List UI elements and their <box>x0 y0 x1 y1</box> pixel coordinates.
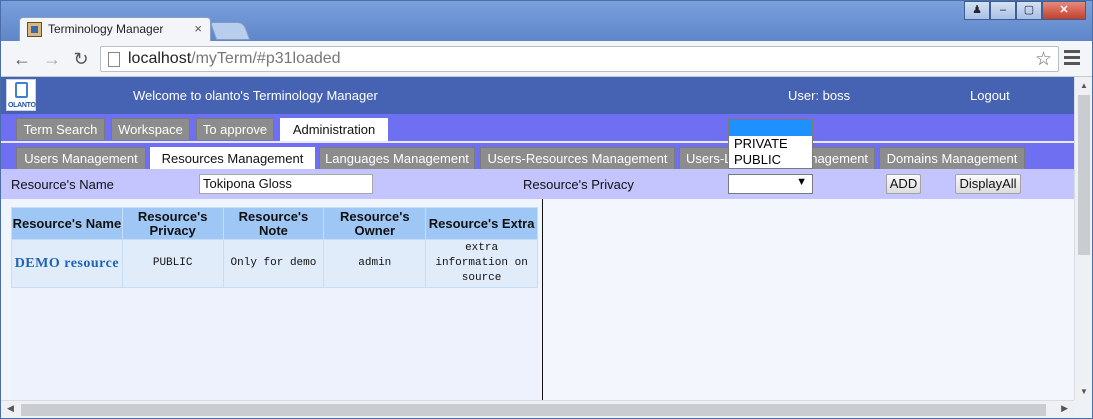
welcome-text: Welcome to olanto's Terminology Manager <box>133 88 378 103</box>
address-bar[interactable]: localhost/myTerm/#p31loaded ☆ <box>100 46 1059 72</box>
browser-tab[interactable]: Terminology Manager × <box>19 17 211 41</box>
user-label: User: boss <box>788 88 851 103</box>
scroll-up-icon[interactable]: ▲ <box>1075 81 1093 90</box>
resource-form: Resource's Name Tokipona Gloss Resource'… <box>1 169 1074 199</box>
close-window-button[interactable]: ✕ <box>1042 1 1086 20</box>
tab-languages-management[interactable]: Languages Management <box>319 147 475 169</box>
document-icon <box>15 82 28 98</box>
scroll-down-icon[interactable]: ▼ <box>1075 387 1093 396</box>
col-header-owner: Resource's Owner <box>323 207 427 240</box>
table-header-row: Resource's Name Resource's Privacy Resou… <box>11 207 538 240</box>
url-text[interactable]: localhost/myTerm/#p31loaded <box>128 50 341 68</box>
favicon-icon <box>27 22 42 37</box>
profile-button[interactable]: ♟ <box>964 1 990 20</box>
resource-name-link[interactable]: DEMO resource <box>11 239 123 288</box>
scroll-right-icon[interactable]: ▶ <box>1061 403 1068 414</box>
maximize-button[interactable]: ▢ <box>1016 1 1042 20</box>
tab-users-management[interactable]: Users Management <box>16 147 146 169</box>
vertical-scrollbar[interactable]: ▲ ▼ <box>1074 77 1092 400</box>
logout-link[interactable]: Logout <box>970 88 1010 103</box>
dropdown-arrow-icon: ▼ <box>796 176 807 188</box>
page-icon <box>108 52 120 67</box>
url-path: /myTerm/#p31loaded <box>191 50 341 67</box>
display-all-button[interactable]: DisplayAll <box>955 174 1021 194</box>
window-controls: ♟ – ▢ ✕ <box>964 1 1086 21</box>
page-viewport: OLANTO Welcome to olanto's Terminology M… <box>1 77 1074 400</box>
resource-note-cell: Only for demo <box>222 239 325 288</box>
tab-title: Terminology Manager <box>48 22 164 36</box>
reload-icon[interactable]: ↻ <box>70 48 92 70</box>
url-host: localhost <box>128 50 192 67</box>
sub-tab-bar: Users Management Resources Management La… <box>1 141 1074 171</box>
privacy-select[interactable]: ▼ <box>728 174 813 194</box>
tab-close-icon[interactable]: × <box>194 21 202 36</box>
tab-administration[interactable]: Administration <box>280 118 388 141</box>
forward-icon[interactable]: → <box>41 48 63 70</box>
privacy-option-private[interactable]: PRIVATE <box>729 136 812 152</box>
resource-name-input[interactable]: Tokipona Gloss <box>199 174 373 194</box>
resource-privacy-label: Resource's Privacy <box>523 177 634 192</box>
tab-domains-management[interactable]: Domains Management <box>879 147 1025 169</box>
tab-term-search[interactable]: Term Search <box>16 118 105 140</box>
app-header: OLANTO Welcome to olanto's Terminology M… <box>1 77 1074 114</box>
browser-toolbar: ← → ↻ localhost/myTerm/#p31loaded ☆ <box>1 41 1092 77</box>
main-tab-bar: Term Search Workspace To approve Adminis… <box>1 114 1074 141</box>
col-header-name: Resource's Name <box>11 207 123 240</box>
results-pane <box>11 281 542 400</box>
detail-pane <box>543 199 1074 400</box>
col-header-extra: Resource's Extra <box>425 207 538 240</box>
olanto-logo: OLANTO <box>6 79 36 111</box>
tab-workspace[interactable]: Workspace <box>111 118 190 140</box>
title-bar: Terminology Manager × ♟ – ▢ ✕ <box>1 1 1092 41</box>
resource-owner-cell: admin <box>323 239 427 288</box>
privacy-option-public[interactable]: PUBLIC <box>729 152 812 168</box>
tab-resources-management[interactable]: Resources Management <box>150 147 315 171</box>
vertical-scroll-thumb[interactable] <box>1078 95 1090 255</box>
scroll-left-icon[interactable]: ◀ <box>7 403 14 414</box>
table-row[interactable]: DEMO resource PUBLIC Only for demo admin… <box>11 239 538 288</box>
logo-text: OLANTO <box>8 102 36 109</box>
resource-privacy-cell: PUBLIC <box>121 239 224 288</box>
resources-table: Resource's Name Resource's Privacy Resou… <box>11 207 538 288</box>
privacy-dropdown-list: PRIVATE PUBLIC <box>728 119 813 169</box>
tab-to-approve[interactable]: To approve <box>196 118 274 140</box>
resource-name-label: Resource's Name <box>11 177 114 192</box>
col-header-note: Resource's Note <box>222 207 325 240</box>
new-tab-button[interactable] <box>209 22 251 40</box>
resource-extra-cell: extra information on source <box>425 239 538 288</box>
minimize-button[interactable]: – <box>990 1 1016 20</box>
bookmark-star-icon[interactable]: ☆ <box>1035 48 1052 71</box>
tab-users-resources-management[interactable]: Users-Resources Management <box>480 147 675 169</box>
browser-window: Terminology Manager × ♟ – ▢ ✕ ← → ↻ loca… <box>0 0 1093 419</box>
privacy-option-empty[interactable] <box>729 120 812 136</box>
horizontal-scroll-thumb[interactable] <box>21 404 1046 416</box>
horizontal-scrollbar[interactable]: ◀ ▶ <box>1 400 1074 418</box>
menu-icon[interactable] <box>1064 50 1080 68</box>
back-icon[interactable]: ← <box>11 48 33 70</box>
add-button[interactable]: ADD <box>886 174 921 194</box>
col-header-privacy: Resource's Privacy <box>121 207 224 240</box>
